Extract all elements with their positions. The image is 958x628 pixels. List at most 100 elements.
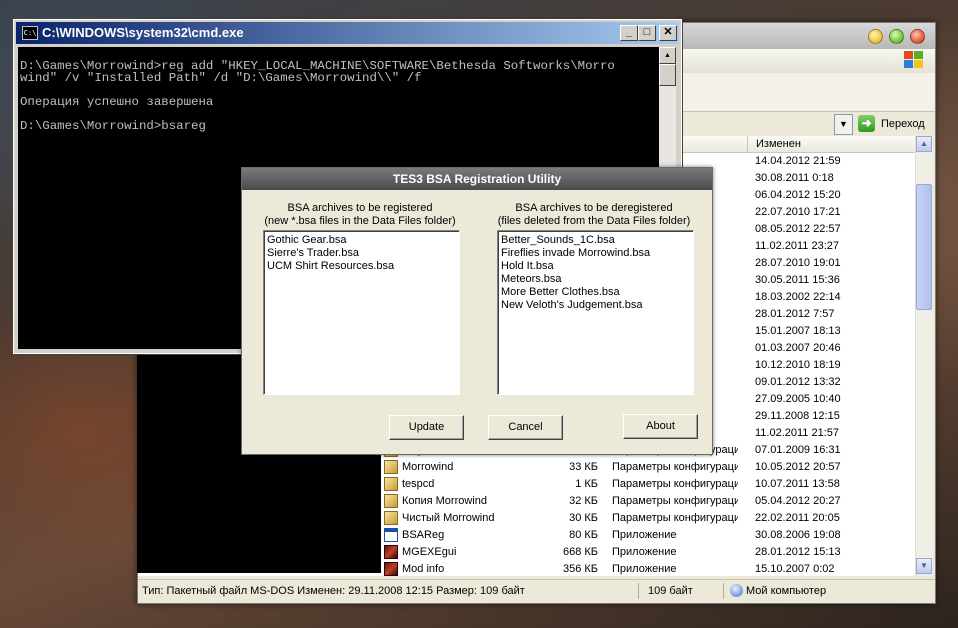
list-item[interactable]: UCM Shirt Resources.bsa (267, 260, 394, 273)
maximize-button[interactable]: □ (638, 25, 656, 41)
file-size: 32 КБ (569, 495, 598, 507)
list-item[interactable]: Gothic Gear.bsa (267, 234, 347, 247)
cmd-title-bar[interactable]: C:\ C:\WINDOWS\system32\cmd.exe _ □ ✕ (16, 22, 679, 44)
status-divider (638, 583, 639, 599)
config-file-icon (384, 494, 398, 508)
file-type: Параметры конфигурации (612, 512, 738, 524)
scroll-thumb[interactable] (659, 64, 676, 86)
list-item[interactable]: Sierre's Trader.bsa (267, 247, 359, 260)
file-date: 05.04.2012 20:27 (755, 495, 841, 507)
file-name: Копия Morrowind (402, 495, 487, 507)
console-line: Операция успешно завершена (20, 95, 214, 109)
address-dropdown-icon[interactable]: ▼ (834, 114, 853, 135)
file-size: 1 КБ (575, 478, 598, 490)
file-type: Приложение (612, 546, 677, 558)
file-size: 33 КБ (569, 461, 598, 473)
go-label: Переход (881, 118, 925, 130)
file-date: 11.02.2011 21:57 (755, 427, 840, 439)
register-caption: BSA archives to be registered (new *.bsa… (250, 202, 470, 228)
config-file-icon (384, 511, 398, 525)
scroll-down-icon[interactable]: ▼ (916, 558, 932, 574)
file-date: 07.01.2009 16:31 (755, 444, 841, 456)
minimize-button[interactable]: _ (620, 25, 638, 41)
file-date: 28.01.2012 7:57 (755, 308, 835, 320)
file-size: 30 КБ (569, 512, 598, 524)
list-item[interactable]: Hold It.bsa (501, 260, 554, 273)
about-button[interactable]: About (623, 414, 698, 439)
console-line: D:\Games\Morrowind>bsareg (20, 119, 206, 133)
list-item[interactable]: Meteors.bsa (501, 273, 562, 286)
file-date: 30.08.2006 19:08 (755, 529, 841, 541)
file-date: 06.04.2012 15:20 (755, 189, 841, 201)
file-date: 08.05.2012 22:57 (755, 223, 841, 235)
app-image-icon (384, 562, 398, 576)
file-name: MGEXEgui (402, 546, 457, 558)
list-item[interactable]: Better_Sounds_1C.bsa (501, 234, 615, 247)
file-size: 356 КБ (562, 563, 598, 575)
config-file-icon (384, 477, 398, 491)
file-date: 14.04.2012 21:59 (755, 155, 841, 167)
file-name: Mod info (402, 563, 445, 575)
minimize-icon[interactable] (868, 29, 883, 44)
update-button[interactable]: Update (389, 415, 464, 440)
file-type: Приложение (612, 563, 677, 575)
file-date: 10.12.2010 18:19 (755, 359, 841, 371)
deregister-caption-line: BSA archives to be deregistered (515, 202, 673, 214)
close-icon[interactable] (910, 29, 925, 44)
file-date: 28.01.2012 15:13 (755, 546, 841, 558)
file-type: Параметры конфигурации (612, 461, 738, 473)
deregister-listbox[interactable]: Better_Sounds_1C.bsa Fireflies invade Mo… (497, 230, 694, 395)
application-icon (384, 528, 398, 542)
file-date: 30.08.2011 0:18 (755, 172, 834, 184)
file-date: 09.01.2012 13:32 (755, 376, 841, 388)
register-listbox[interactable]: Gothic Gear.bsa Sierre's Trader.bsa UCM … (263, 230, 460, 395)
list-item[interactable]: New Veloth's Judgement.bsa (501, 299, 643, 312)
list-item[interactable]: Fireflies invade Morrowind.bsa (501, 247, 650, 260)
bsa-dialog-title[interactable]: TES3 BSA Registration Utility (242, 168, 712, 190)
file-type: Параметры конфигурации (612, 495, 738, 507)
file-name: Чистый Morrowind (402, 512, 495, 524)
deregister-caption-line: (files deleted from the Data Files folde… (497, 215, 691, 227)
app-image-icon (384, 545, 398, 559)
maximize-icon[interactable] (889, 29, 904, 44)
file-date: 15.10.2007 0:02 (755, 563, 835, 575)
my-computer-icon (730, 584, 743, 597)
file-date: 18.03.2002 22:14 (755, 291, 841, 303)
file-date: 30.05.2011 15:36 (755, 274, 840, 286)
status-size: 109 байт (648, 585, 693, 597)
register-caption-line: (new *.bsa files in the Data Files folde… (264, 215, 456, 227)
status-bar: Тип: Пакетный файл MS-DOS Изменен: 29.11… (138, 579, 935, 602)
cmd-title: C:\WINDOWS\system32\cmd.exe (42, 25, 244, 40)
file-date: 11.02.2011 23:27 (755, 240, 840, 252)
scroll-up-icon[interactable]: ▲ (916, 136, 932, 152)
cancel-button[interactable]: Cancel (488, 415, 563, 440)
go-button[interactable]: ➜ Переход (858, 114, 933, 134)
file-date: 15.01.2007 18:13 (755, 325, 841, 337)
list-item[interactable]: More Better Clothes.bsa (501, 286, 620, 299)
status-details: Тип: Пакетный файл MS-DOS Изменен: 29.11… (142, 585, 525, 597)
bsa-dialog: TES3 BSA Registration Utility BSA archiv… (241, 167, 713, 455)
status-computer: Мой компьютер (746, 585, 827, 597)
scroll-thumb[interactable] (916, 184, 932, 310)
file-size: 668 КБ (562, 546, 598, 558)
file-date: 22.02.2011 20:05 (755, 512, 840, 524)
file-size: 80 КБ (569, 529, 598, 541)
go-arrow-icon: ➜ (858, 115, 875, 132)
file-date: 10.05.2012 20:57 (755, 461, 841, 473)
file-type: Приложение (612, 529, 677, 541)
close-button[interactable]: ✕ (659, 25, 677, 41)
windows-logo-icon (902, 49, 926, 69)
cmd-app-icon: C:\ (22, 26, 38, 40)
config-file-icon (384, 460, 398, 474)
file-date: 28.07.2010 19:01 (755, 257, 841, 269)
register-caption-line: BSA archives to be registered (287, 202, 433, 214)
column-header-modified[interactable]: Изменен (748, 136, 918, 153)
console-line: wind" /v "Installed Path" /d "D:\Games\M… (20, 71, 422, 85)
file-list-scrollbar[interactable]: ▲ ▼ (915, 136, 933, 576)
file-date: 22.07.2010 17:21 (755, 206, 841, 218)
file-date: 27.09.2005 10:40 (755, 393, 841, 405)
deregister-caption: BSA archives to be deregistered (files d… (484, 202, 704, 228)
file-name: BSAReg (402, 529, 445, 541)
scroll-up-icon[interactable]: ▲ (659, 47, 676, 64)
file-type: Параметры конфигурации (612, 478, 738, 490)
